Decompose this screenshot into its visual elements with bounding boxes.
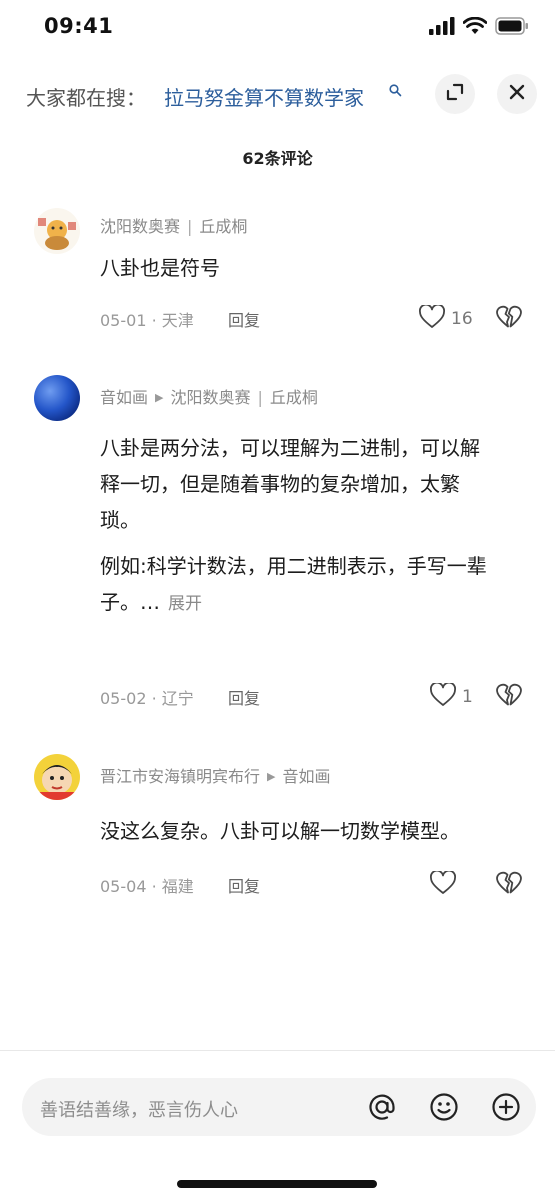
reply-to-name[interactable]: 沈阳数奥赛 — [170, 388, 250, 407]
reply-button[interactable]: 回复 — [228, 873, 260, 897]
reply-button[interactable]: 回复 — [228, 685, 260, 709]
comment-text: 八卦是两分法，可以理解为二进制，可以解 释一切，但是随着事物的复杂增加，太繁 琐… — [100, 430, 530, 622]
status-bar: 09:41 — [0, 0, 555, 56]
home-indicator — [177, 1180, 377, 1188]
comment-text: 没这么复杂。八卦可以解一切数学模型。 — [100, 819, 460, 843]
heart-icon — [419, 303, 445, 333]
battery-icon — [495, 17, 529, 39]
search-icon[interactable] — [389, 82, 402, 101]
close-button[interactable] — [497, 74, 537, 114]
fullscreen-icon — [445, 82, 465, 106]
comment-input[interactable]: 善语结善缘，恶言伤人心 — [40, 1096, 238, 1122]
broken-heart-icon[interactable] — [496, 683, 522, 711]
comment-text-line: 八卦是两分法，可以理解为二进制，可以解 — [100, 436, 480, 460]
author-name[interactable]: 晋江市安海镇明宾布行 — [100, 767, 260, 786]
emoji-icon[interactable] — [428, 1091, 460, 1123]
expand-link[interactable]: 展开 — [168, 594, 202, 614]
comment-text-line: 例如:科学计数法，用二进制表示，手写一辈 — [100, 554, 487, 578]
comment-author[interactable]: 沈阳数奥赛 | 丘成桐 — [100, 213, 247, 237]
comment-author[interactable]: 晋江市安海镇明宾布行 ▶ 音如画 — [100, 763, 331, 787]
comment-text-line: 释一切，但是随着事物的复杂增加，太繁 — [100, 472, 460, 496]
heart-icon — [430, 681, 456, 711]
comment-author[interactable]: 音如画 ▶ 沈阳数奥赛 | 丘成桐 — [100, 384, 318, 408]
separator: | — [187, 217, 193, 236]
broken-heart-icon[interactable] — [496, 305, 522, 333]
hot-search-prefix: 大家都在搜： — [26, 86, 146, 110]
signal-icon — [429, 17, 455, 39]
comment-count-title: 62条评论 — [242, 149, 313, 168]
avatar[interactable] — [34, 208, 80, 254]
reply-arrow-icon: ▶ — [155, 391, 164, 404]
comment-date-location: 05-01 · 天津 — [100, 311, 194, 330]
hot-search-query-link[interactable]: 拉马努金算不算数学家 — [164, 82, 364, 111]
status-icons — [429, 16, 529, 39]
separator: | — [257, 388, 263, 407]
like-count: 16 — [451, 309, 473, 329]
wifi-icon — [462, 16, 488, 39]
at-icon[interactable] — [366, 1091, 398, 1123]
close-icon — [508, 83, 526, 105]
like-button[interactable] — [430, 869, 462, 899]
comment-date-location: 05-04 · 福建 — [100, 877, 194, 896]
like-button[interactable]: 1 — [430, 681, 473, 711]
divider — [0, 1050, 555, 1051]
reply-arrow-icon: ▶ — [267, 770, 276, 783]
author-name[interactable]: 沈阳数奥赛 — [100, 217, 180, 236]
reply-to-name[interactable]: 音如画 — [282, 767, 330, 786]
author-name[interactable]: 音如画 — [100, 388, 148, 407]
status-time: 09:41 — [44, 14, 114, 38]
plus-icon[interactable] — [490, 1091, 522, 1123]
comment-text-line-last: 子。… 展开 — [100, 584, 530, 622]
avatar[interactable] — [34, 375, 80, 421]
comment-input-bar[interactable]: 善语结善缘，恶言伤人心 — [22, 1078, 536, 1136]
reply-button[interactable]: 回复 — [228, 307, 260, 331]
like-button[interactable]: 16 — [419, 303, 473, 333]
broken-heart-icon[interactable] — [496, 871, 522, 899]
heart-icon — [430, 869, 456, 899]
fullscreen-button[interactable] — [435, 74, 475, 114]
avatar[interactable] — [34, 754, 80, 800]
comment-text-line: 琐。 — [100, 508, 140, 532]
like-count: 1 — [462, 687, 473, 707]
comment-text-tail: 子。… — [100, 590, 160, 614]
author-tag: 丘成桐 — [199, 217, 248, 236]
comment-date-location: 05-02 · 辽宁 — [100, 689, 194, 708]
comment-text: 八卦也是符号 — [100, 256, 220, 280]
reply-to-tag: 丘成桐 — [269, 388, 318, 407]
